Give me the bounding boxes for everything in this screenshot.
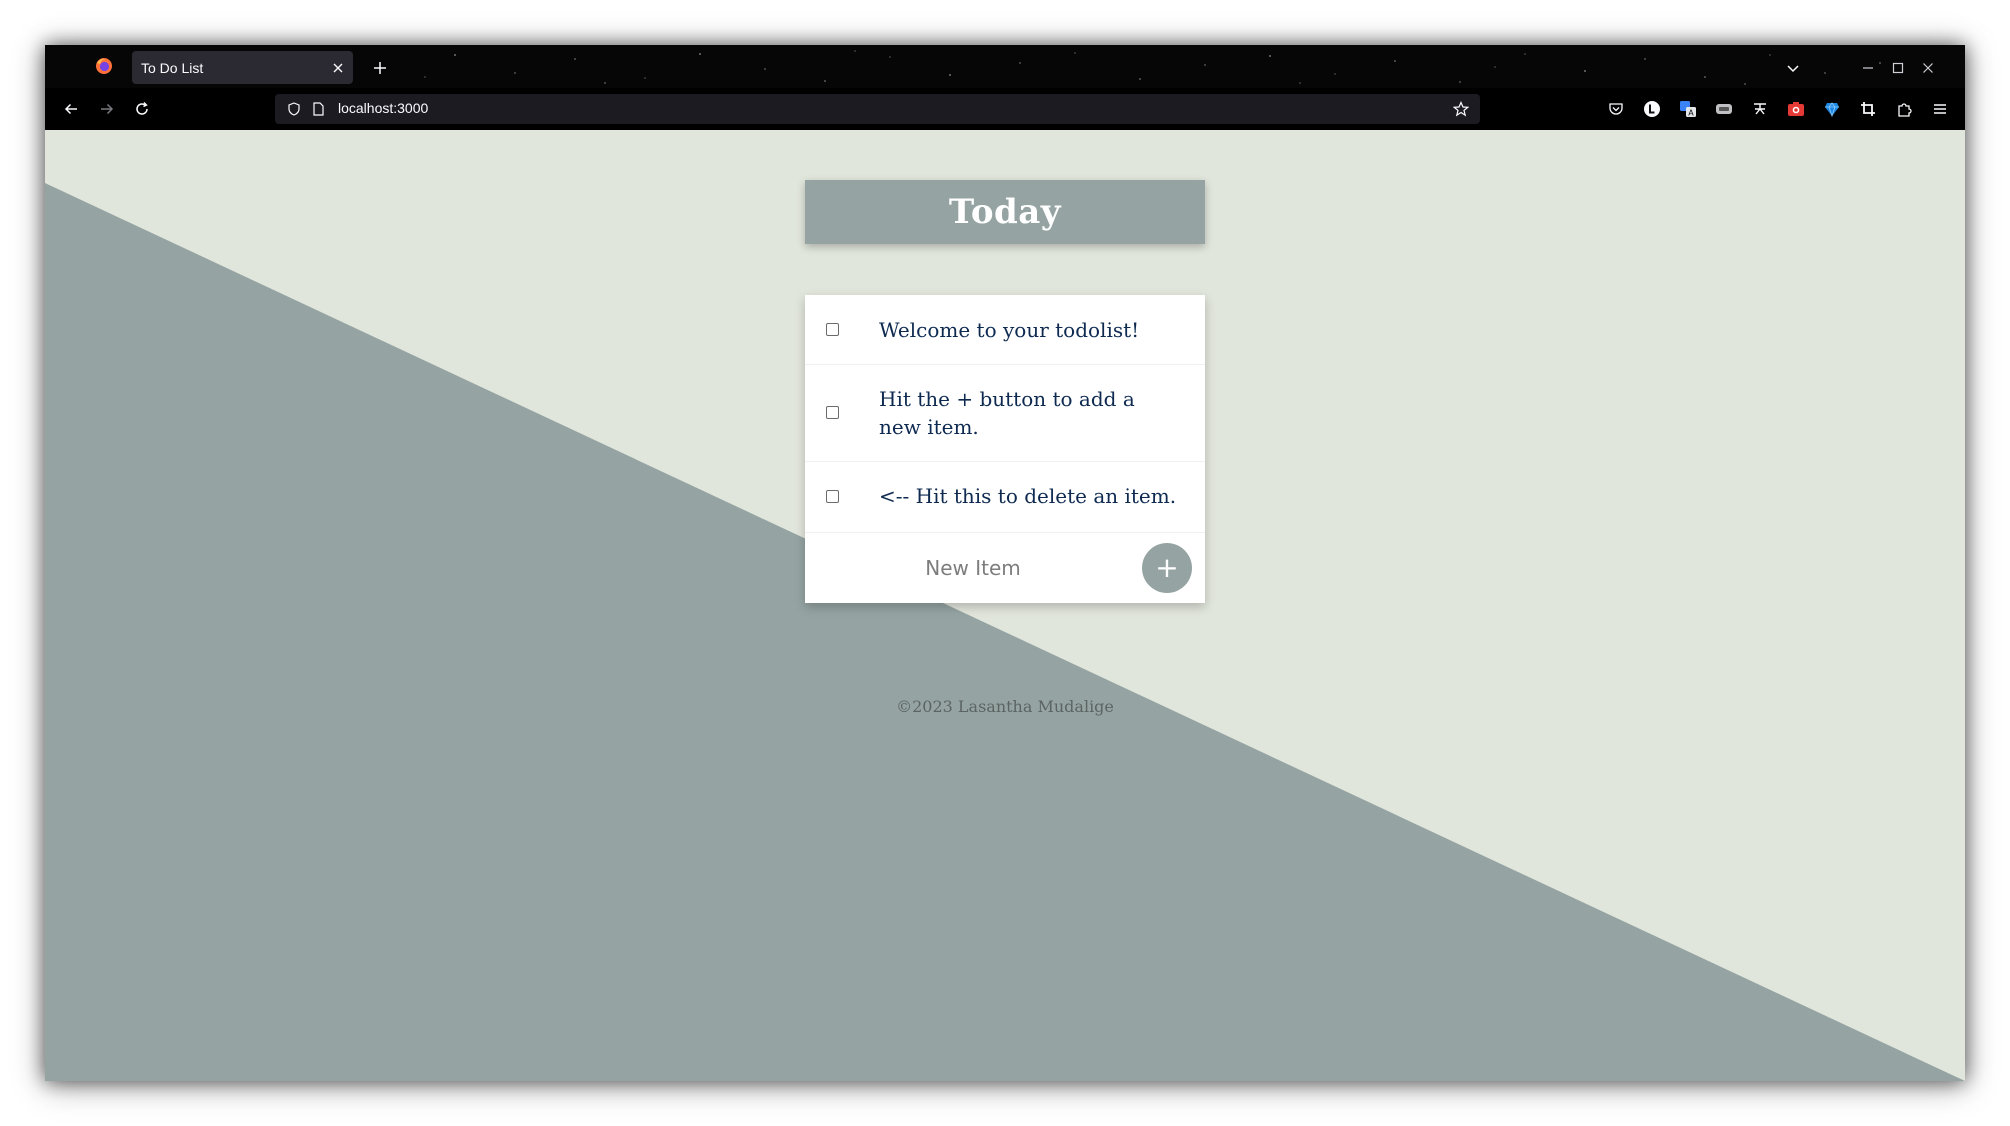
- crop-icon[interactable]: [1853, 94, 1883, 124]
- extension-l-icon[interactable]: [1637, 94, 1667, 124]
- page-icon[interactable]: [307, 94, 329, 124]
- footer-copyright: ©2023 Lasantha Mudalige: [896, 697, 1114, 716]
- browser-window: To Do List localhost:3000 A Today Welcom…: [45, 45, 1965, 1081]
- minimize-icon[interactable]: [1853, 53, 1883, 83]
- tab-title: To Do List: [141, 59, 204, 76]
- new-tab-plus-icon[interactable]: [365, 53, 395, 83]
- diamond-icon[interactable]: [1817, 94, 1847, 124]
- item-checbox[interactable]: [826, 406, 839, 419]
- list-item: <-- Hit this to delete an item.: [805, 462, 1205, 533]
- list-all-tabs-chevron-down-icon[interactable]: [1778, 53, 1808, 83]
- item-checkbox[interactable]: [826, 490, 839, 503]
- firefox-logo-icon: [96, 58, 112, 74]
- back-arrow-icon[interactable]: [56, 94, 86, 124]
- bookmark-star-icon[interactable]: [1450, 94, 1472, 124]
- tab-to-do-list[interactable]: To Do List: [132, 51, 353, 84]
- forward-arrow-icon[interactable]: [92, 94, 122, 124]
- diagonal-background: [45, 183, 1965, 1081]
- item-checkbox[interactable]: [826, 323, 839, 336]
- item-text: <-- Hit this to delete an item.: [879, 484, 1177, 508]
- item-text: Hit the + button to add a new item.: [879, 387, 1135, 439]
- heading-box: Today: [805, 180, 1205, 244]
- url-text[interactable]: localhost:3000: [338, 100, 428, 116]
- list-item: Hit the + button to add a new item.: [805, 365, 1205, 462]
- extensions-puzzle-icon[interactable]: [1889, 94, 1919, 124]
- page-title: Today: [948, 192, 1062, 232]
- svg-text:A: A: [1688, 109, 1694, 118]
- item-text: Welcome to your todolist!: [879, 318, 1140, 342]
- tab-close-icon[interactable]: [323, 53, 353, 83]
- extension-icon[interactable]: [1709, 94, 1739, 124]
- new-item-row: +: [805, 533, 1205, 603]
- reload-icon[interactable]: [127, 94, 157, 124]
- shield-icon[interactable]: [283, 94, 305, 124]
- menu-icon[interactable]: [1925, 94, 1955, 124]
- navigation-bar: localhost:3000 A: [45, 88, 1965, 130]
- window-close-icon[interactable]: [1913, 53, 1943, 83]
- tab-strip: To Do List: [45, 45, 1965, 88]
- list-item: Welcome to your todolist!: [805, 295, 1205, 365]
- new-item-input[interactable]: [823, 549, 1123, 587]
- screenshot-icon[interactable]: [1781, 94, 1811, 124]
- extension-text-icon[interactable]: [1745, 94, 1775, 124]
- todo-list: Welcome to your todolist! Hit the + butt…: [805, 295, 1205, 603]
- page-viewport: Today Welcome to your todolist! Hit the …: [45, 130, 1965, 1081]
- maximize-icon[interactable]: [1883, 53, 1913, 83]
- translate-icon[interactable]: A: [1673, 94, 1703, 124]
- add-item-button[interactable]: +: [1142, 543, 1192, 593]
- address-bar[interactable]: localhost:3000: [275, 94, 1480, 124]
- pocket-icon[interactable]: [1601, 94, 1631, 124]
